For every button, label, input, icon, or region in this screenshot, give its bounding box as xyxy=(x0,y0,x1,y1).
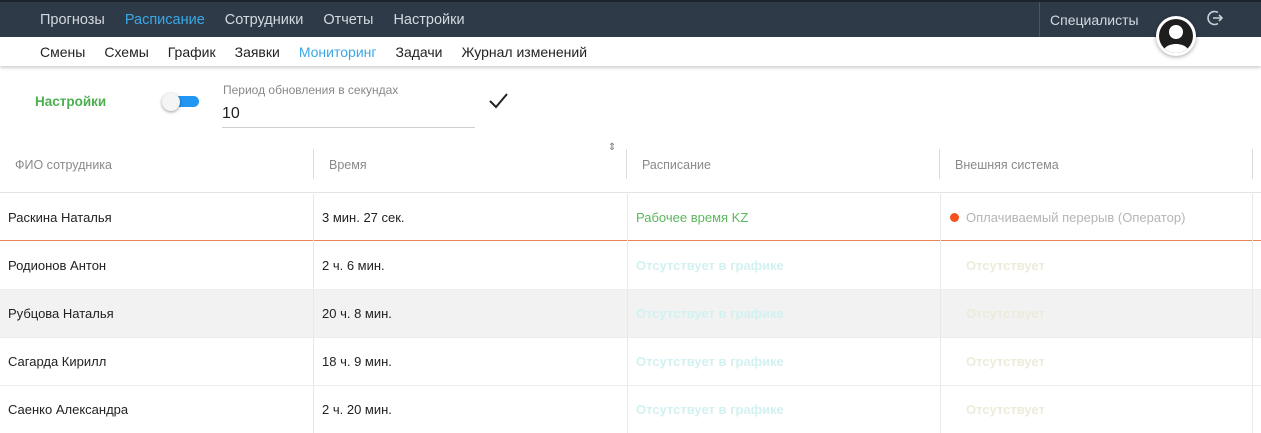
nav-item-reports[interactable]: Отчеты xyxy=(323,12,373,28)
employee-time: 2 ч. 6 мин. xyxy=(313,242,626,289)
employee-schedule: Отсутствует в графике xyxy=(627,338,939,385)
employee-external: Отсутствует xyxy=(940,290,1253,337)
nav-item-forecasts[interactable]: Прогнозы xyxy=(40,12,105,28)
employee-schedule: Отсутствует в графике xyxy=(627,290,939,337)
tab-monitoring[interactable]: Мониторинг xyxy=(299,44,377,60)
table-row[interactable]: Родионов Антон 2 ч. 6 мин. Отсутствует в… xyxy=(0,242,1261,289)
employee-time: 3 мин. 27 сек. xyxy=(313,194,626,241)
toggle-knob xyxy=(162,93,180,111)
status-dot-icon xyxy=(950,213,959,222)
table-header: ФИО сотрудника Время ⇕ Расписание Внешня… xyxy=(0,139,1261,193)
tab-graph[interactable]: График xyxy=(168,44,216,60)
employee-name: Саенко Александра xyxy=(8,402,129,417)
employee-name: Раскина Наталья xyxy=(8,210,112,225)
employee-external: Отсутствует xyxy=(940,386,1253,433)
settings-label: Настройки xyxy=(35,94,107,109)
nav-item-schedule[interactable]: Расписание xyxy=(125,12,205,28)
employee-external: Отсутствует xyxy=(940,242,1253,289)
tab-change-log[interactable]: Журнал изменений xyxy=(462,44,588,60)
sub-nav: Смены Схемы График Заявки Мониторинг Зад… xyxy=(40,37,606,66)
column-header-time[interactable]: Время xyxy=(313,149,626,179)
table-row[interactable]: Раскина Наталья 3 мин. 27 сек. Рабочее в… xyxy=(0,194,1261,241)
tab-requests[interactable]: Заявки xyxy=(235,44,280,60)
tab-tasks[interactable]: Задачи xyxy=(395,44,442,60)
refresh-period-input[interactable] xyxy=(222,100,475,128)
period-caption: Период обновления в секундах xyxy=(223,83,399,97)
nav-item-settings[interactable]: Настройки xyxy=(393,12,464,28)
role-label[interactable]: Специалисты xyxy=(1050,12,1139,28)
top-navigation-bar: Прогнозы Расписание Сотрудники Отчеты На… xyxy=(0,0,1261,56)
tab-schemes[interactable]: Схемы xyxy=(104,44,148,60)
employee-schedule: Рабочее время KZ xyxy=(627,194,939,241)
column-header-schedule[interactable]: Расписание xyxy=(626,149,939,179)
table-row[interactable]: Саенко Александра 2 ч. 20 мин. Отсутству… xyxy=(0,386,1261,433)
employee-name: Рубцова Наталья xyxy=(8,306,114,321)
nav-item-employees[interactable]: Сотрудники xyxy=(225,12,304,28)
employee-time: 2 ч. 20 мин. xyxy=(313,386,626,433)
tab-shifts[interactable]: Смены xyxy=(40,44,85,60)
employee-name: Родионов Антон xyxy=(8,258,107,273)
employee-external: Оплачиваемый перерыв (Оператор) xyxy=(940,194,1253,241)
table-row[interactable]: Сагарда Кирилл 18 ч. 9 мин. Отсутствует … xyxy=(0,338,1261,385)
user-area: Специалисты xyxy=(1039,2,1261,56)
settings-toggle[interactable] xyxy=(162,93,200,111)
employee-external: Отсутствует xyxy=(940,338,1253,385)
check-icon[interactable] xyxy=(487,91,509,111)
sort-icon[interactable]: ⇕ xyxy=(608,143,616,153)
column-header-name[interactable]: ФИО сотрудника xyxy=(0,149,312,179)
employee-schedule: Отсутствует в графике xyxy=(627,386,939,433)
sub-navigation-bar: Смены Схемы График Заявки Мониторинг Зад… xyxy=(0,37,1261,66)
employee-schedule: Отсутствует в графике xyxy=(627,242,939,289)
user-avatar-icon[interactable] xyxy=(1156,16,1196,56)
employee-name: Сагарда Кирилл xyxy=(8,354,107,369)
employee-time: 20 ч. 8 мин. xyxy=(313,290,626,337)
main-nav: Прогнозы Расписание Сотрудники Отчеты На… xyxy=(40,2,485,37)
logout-icon[interactable] xyxy=(1206,9,1224,27)
table-row[interactable]: Рубцова Наталья 20 ч. 8 мин. Отсутствует… xyxy=(0,290,1261,337)
employee-time: 18 ч. 9 мин. xyxy=(313,338,626,385)
column-header-external[interactable]: Внешняя система xyxy=(939,149,1253,179)
external-status-text: Оплачиваемый перерыв (Оператор) xyxy=(966,210,1186,225)
